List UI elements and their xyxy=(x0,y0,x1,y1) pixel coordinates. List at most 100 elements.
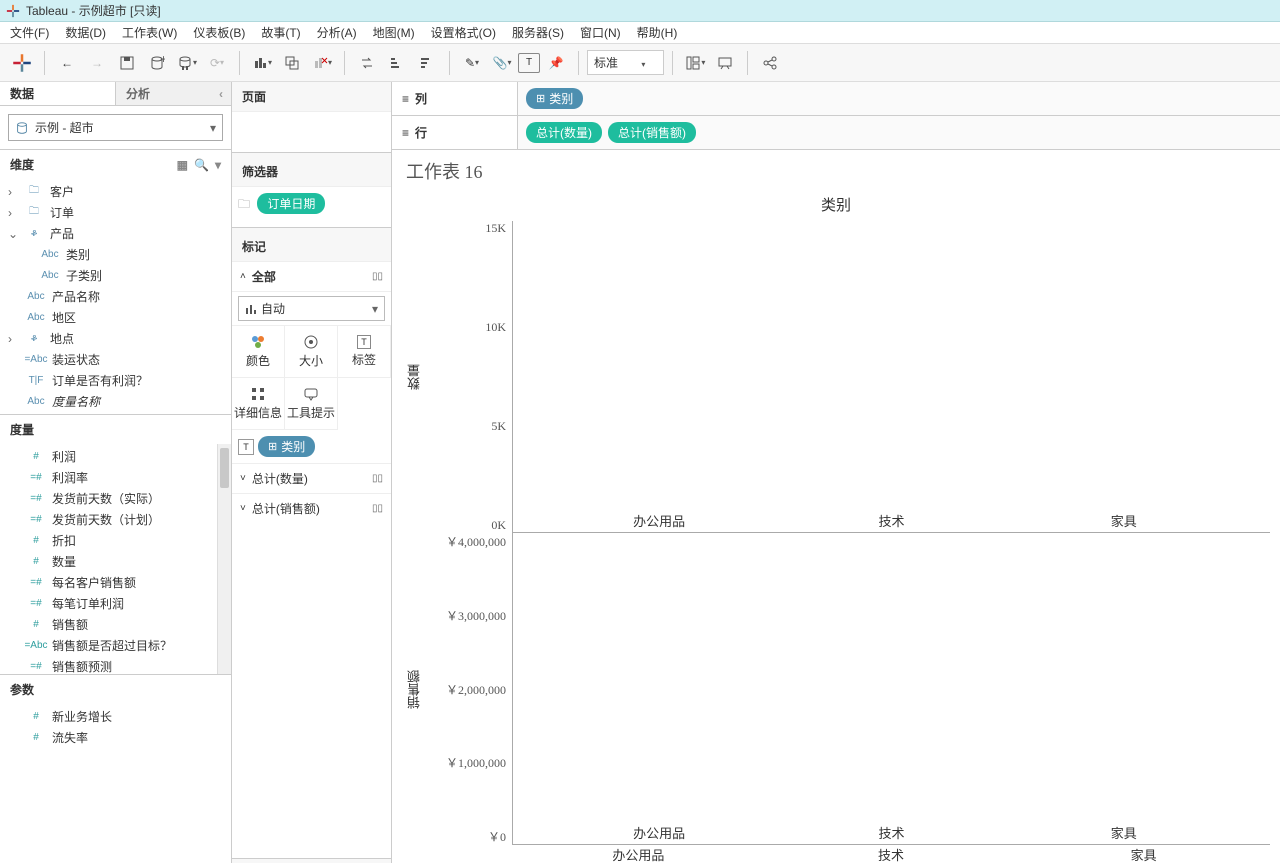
detail-icon xyxy=(250,386,266,402)
pin-button[interactable]: 📌 xyxy=(542,49,570,77)
separator xyxy=(747,51,748,75)
bar[interactable]: 家具 xyxy=(1064,511,1184,532)
menu-dashboard[interactable]: 仪表板(B) xyxy=(185,22,253,43)
menu-format[interactable]: 设置格式(O) xyxy=(423,22,504,43)
bar[interactable]: 技术 xyxy=(831,823,951,844)
measure-item[interactable]: =#每笔订单利润 xyxy=(4,593,213,614)
dimension-item[interactable]: Abc产品名称 xyxy=(4,286,227,307)
dimension-item[interactable]: Abc子类别 xyxy=(4,265,227,286)
marks-size[interactable]: 大小 xyxy=(285,326,338,378)
filters-shelf[interactable]: 🗀 订单日期 xyxy=(232,187,391,227)
columns-pill[interactable]: ⊞ 类别 xyxy=(526,88,583,109)
dimension-item[interactable]: =Abc装运状态 xyxy=(4,349,227,370)
menu-worksheet[interactable]: 工作表(W) xyxy=(114,22,185,43)
plot[interactable]: 办公用品 技术 家具 xyxy=(512,221,1270,533)
cards-panel: 页面 筛选器 🗀 订单日期 标记 ˄ 全部 ▯▯ 自动 ▾ xyxy=(232,82,392,863)
marks-type-select[interactable]: 自动 ▾ xyxy=(238,296,385,321)
chart-area: 类别 数量15K10K5K0K办公用品技术家具销售额￥4,000,000￥3,0… xyxy=(392,192,1280,863)
marks-detail[interactable]: 详细信息 xyxy=(232,378,285,430)
measure-item[interactable]: #折扣 xyxy=(4,530,213,551)
measure-item[interactable]: #利润 xyxy=(4,446,213,467)
tab-analytics[interactable]: 分析 xyxy=(115,82,231,105)
measure-item[interactable]: =#利润率 xyxy=(4,467,213,488)
rows-shelf[interactable]: ≡行 总计(数量) 总计(销售额) xyxy=(392,116,1280,150)
dimension-item[interactable]: ⌄ቆ产品 xyxy=(4,223,227,244)
marks-label[interactable]: T 标签 xyxy=(338,326,391,378)
menu-data[interactable]: 数据(D) xyxy=(57,22,114,43)
sort-desc-button[interactable] xyxy=(413,49,441,77)
clear-button[interactable]: ▾ xyxy=(308,49,336,77)
refresh-button[interactable]: ⟳▾ xyxy=(203,49,231,77)
bar[interactable]: 家具 xyxy=(1064,823,1184,844)
tableau-start-icon[interactable] xyxy=(8,49,36,77)
rows-pill-1[interactable]: 总计(数量) xyxy=(526,122,602,143)
measure-item[interactable]: =#销售额预测 xyxy=(4,656,213,674)
rows-pill-2[interactable]: 总计(销售额) xyxy=(608,122,696,143)
menu-icon[interactable]: ▾ xyxy=(215,158,221,172)
datasource-select[interactable]: 示例 - 超市 ▾ xyxy=(8,114,223,141)
duplicate-button[interactable] xyxy=(278,49,306,77)
tab-data[interactable]: 数据 xyxy=(0,82,115,105)
marks-all[interactable]: ˄ 全部 ▯▯ xyxy=(232,262,391,292)
dimension-item[interactable]: T|F订单是否有利润？ xyxy=(4,370,227,391)
y-tick: 15K xyxy=(485,221,506,236)
share-button[interactable] xyxy=(756,49,784,77)
menu-help[interactable]: 帮助(H) xyxy=(629,22,686,43)
dimension-item[interactable]: ›🗀订单 xyxy=(4,202,227,223)
dimension-item[interactable]: Abc度量名称 xyxy=(4,391,227,412)
redo-button[interactable]: → xyxy=(83,49,111,77)
group-button[interactable]: 📎▾ xyxy=(488,49,516,77)
menu-map[interactable]: 地图(M) xyxy=(365,22,423,43)
measure-item[interactable]: =#发货前天数（实际） xyxy=(4,488,213,509)
marks-pill[interactable]: ⊞ 类别 xyxy=(258,436,315,457)
dimension-item[interactable]: Abc地区 xyxy=(4,307,227,328)
scrollbar[interactable] xyxy=(217,444,231,674)
marks-expander-1[interactable]: ˅ 总计(数量) ▯▯ xyxy=(232,463,391,493)
measure-item[interactable]: =#发货前天数（计划） xyxy=(4,509,213,530)
columns-shelf[interactable]: ≡列 ⊞ 类别 xyxy=(392,82,1280,116)
bar[interactable]: 办公用品 xyxy=(599,511,719,532)
filter-pill[interactable]: 订单日期 xyxy=(257,193,325,214)
measure-item[interactable]: =#每名客户销售额 xyxy=(4,572,213,593)
presentation-button[interactable] xyxy=(711,49,739,77)
calendar-icon: 🗀 xyxy=(238,197,250,211)
parameter-item[interactable]: #新业务增长 xyxy=(4,706,227,727)
swap-button[interactable] xyxy=(353,49,381,77)
view-icon[interactable]: ▦ xyxy=(177,158,188,172)
show-cards-button[interactable]: ▾ xyxy=(681,49,709,77)
highlight-button[interactable]: ✎▾ xyxy=(458,49,486,77)
marks-tooltip[interactable]: 工具提示 xyxy=(285,378,338,430)
x-tick: 办公用品 xyxy=(512,845,765,863)
plot[interactable]: 办公用品 技术 家具 xyxy=(512,533,1270,845)
sheet-title[interactable]: 工作表 16 xyxy=(392,150,1280,192)
dimension-item[interactable]: ›ቆ地点 xyxy=(4,328,227,349)
measure-item[interactable]: #销售额 xyxy=(4,614,213,635)
save-button[interactable] xyxy=(113,49,141,77)
new-sheet-button[interactable]: ▾ xyxy=(248,49,276,77)
pause-button[interactable]: ▾ xyxy=(173,49,201,77)
parameter-item[interactable]: #流失率 xyxy=(4,727,227,748)
dimension-item[interactable]: Abc类别 xyxy=(4,244,227,265)
marks-expander-2[interactable]: ˅ 总计(销售额) ▯▯ xyxy=(232,493,391,523)
pages-shelf[interactable] xyxy=(232,112,391,152)
bar[interactable]: 办公用品 xyxy=(599,823,719,844)
menu-analysis[interactable]: 分析(A) xyxy=(309,22,365,43)
marks-color[interactable]: 颜色 xyxy=(232,326,285,378)
new-datasource-button[interactable]: + xyxy=(143,49,171,77)
labels-button[interactable]: T xyxy=(518,53,540,73)
menu-story[interactable]: 故事(T) xyxy=(253,22,308,43)
search-icon[interactable]: 🔍 xyxy=(194,158,209,172)
measure-item[interactable]: =Abc销售额是否超过目标？ xyxy=(4,635,213,656)
measure-item[interactable]: #数量 xyxy=(4,551,213,572)
sort-asc-button[interactable] xyxy=(383,49,411,77)
bar[interactable]: 技术 xyxy=(831,511,951,532)
menu-file[interactable]: 文件(F) xyxy=(2,22,57,43)
menu-window[interactable]: 窗口(N) xyxy=(572,22,629,43)
fit-mode-select[interactable]: 标准 ▾ xyxy=(587,50,664,75)
menu-server[interactable]: 服务器(S) xyxy=(504,22,572,43)
undo-button[interactable]: ← xyxy=(53,49,81,77)
chevron-down-icon: ▾ xyxy=(372,302,378,316)
y-tick: ￥3,000,000 xyxy=(446,607,506,624)
measures-tree: #利润=#利润率=#发货前天数（实际）=#发货前天数（计划）#折扣#数量=#每名… xyxy=(0,444,217,674)
dimension-item[interactable]: ›🗀客户 xyxy=(4,181,227,202)
